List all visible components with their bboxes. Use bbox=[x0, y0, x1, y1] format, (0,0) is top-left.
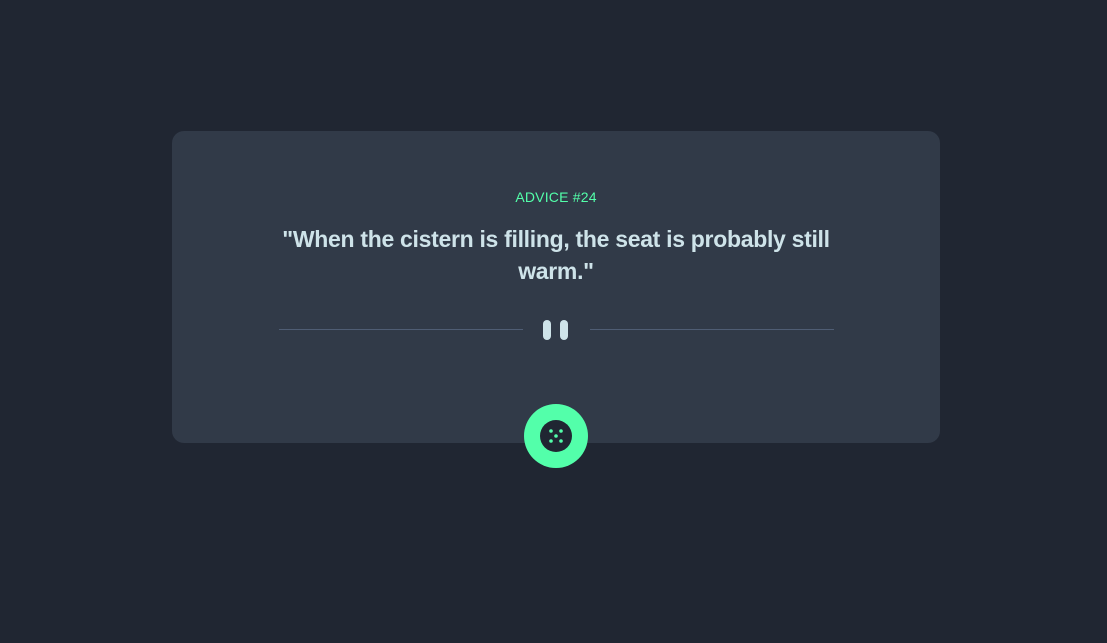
divider-line-right bbox=[590, 329, 834, 330]
pause-bar-left bbox=[543, 320, 551, 340]
pause-icon bbox=[543, 318, 569, 342]
divider bbox=[279, 318, 834, 342]
dice-icon bbox=[540, 420, 572, 452]
divider-line-left bbox=[279, 329, 523, 330]
pause-bar-right bbox=[560, 320, 568, 340]
advice-quote: "When the cistern is filling, the seat i… bbox=[282, 226, 830, 284]
advice-number: ADVICE #24 bbox=[515, 189, 597, 205]
new-advice-button[interactable] bbox=[524, 404, 588, 468]
advice-card: ADVICE #24 "When the cistern is filling,… bbox=[172, 131, 940, 443]
